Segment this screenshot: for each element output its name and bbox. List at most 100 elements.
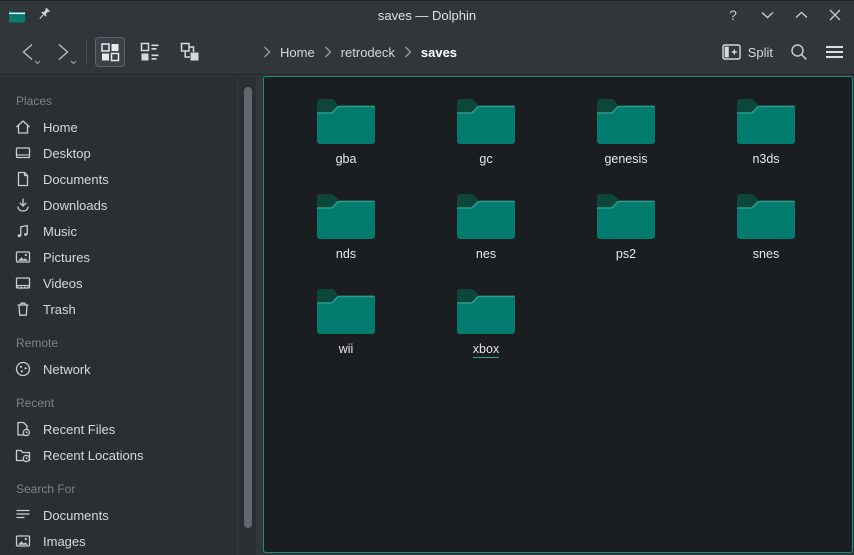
- hamburger-menu-icon[interactable]: [825, 45, 844, 59]
- sidebar-item-search-images[interactable]: Images: [14, 528, 256, 554]
- chevron-right-icon: [404, 46, 412, 58]
- folder-view: gba gc genesis n3ds nds: [263, 76, 853, 553]
- app-folder-icon: [8, 7, 26, 23]
- toolbar-separator: [86, 39, 87, 65]
- folder-label: gba: [336, 152, 357, 167]
- folder-icon: [455, 287, 517, 337]
- folder-item-ps2[interactable]: ps2: [556, 185, 696, 280]
- section-title-search-for: Search For: [16, 482, 256, 496]
- sidebar-item-label: Network: [43, 362, 91, 377]
- image-icon: [14, 532, 32, 550]
- folder-icon: [735, 97, 797, 147]
- close-icon[interactable]: [826, 6, 844, 24]
- folder-label: nds: [336, 247, 356, 262]
- sidebar-item-label: Documents: [43, 508, 109, 523]
- sidebar-item-search-documents[interactable]: Documents: [14, 502, 256, 528]
- section-title-places: Places: [16, 94, 256, 108]
- folder-item-genesis[interactable]: genesis: [556, 90, 696, 185]
- breadcrumb-saves[interactable]: saves: [421, 45, 457, 60]
- back-button[interactable]: [12, 37, 42, 67]
- sidebar-item-label: Images: [43, 534, 86, 549]
- sidebar-item-music[interactable]: Music: [14, 218, 256, 244]
- music-note-icon: [14, 222, 32, 240]
- sidebar-item-label: Music: [43, 224, 77, 239]
- download-icon: [14, 196, 32, 214]
- folder-label: xbox: [473, 342, 499, 358]
- folder-item-snes[interactable]: snes: [696, 185, 836, 280]
- sidebar-item-label: Documents: [43, 172, 109, 187]
- folder-icon: [455, 192, 517, 242]
- section-title-recent: Recent: [16, 396, 256, 410]
- sidebar-item-trash[interactable]: Trash: [14, 296, 256, 322]
- trash-icon: [14, 300, 32, 318]
- desktop-icon: [14, 144, 32, 162]
- forward-button[interactable]: [48, 37, 78, 67]
- folder-item-nds[interactable]: nds: [276, 185, 416, 280]
- recent-locations-icon: [14, 446, 32, 464]
- folder-item-xbox[interactable]: xbox: [416, 280, 556, 375]
- sidebar-item-desktop[interactable]: Desktop: [14, 140, 256, 166]
- titlebar: saves — Dolphin ?: [0, 1, 854, 29]
- pin-icon[interactable]: [36, 7, 52, 23]
- folder-item-wii[interactable]: wii: [276, 280, 416, 375]
- sidebar-item-recent-files[interactable]: Recent Files: [14, 416, 256, 442]
- sidebar-item-label: Pictures: [43, 250, 90, 265]
- help-button[interactable]: ?: [724, 6, 742, 24]
- split-button[interactable]: Split: [722, 44, 773, 60]
- folder-icon: [315, 192, 377, 242]
- folder-icon: [595, 192, 657, 242]
- details-view-button[interactable]: [135, 37, 165, 67]
- split-button-label: Split: [748, 45, 773, 60]
- sidebar-item-videos[interactable]: Videos: [14, 270, 256, 296]
- toolbar: Home retrodeck saves Split: [0, 29, 854, 75]
- folder-label: wii: [339, 342, 354, 357]
- folder-item-gba[interactable]: gba: [276, 90, 416, 185]
- sidebar-item-downloads[interactable]: Downloads: [14, 192, 256, 218]
- image-icon: [14, 248, 32, 266]
- folder-icon: [595, 97, 657, 147]
- minimize-button[interactable]: [758, 6, 776, 24]
- folder-item-gc[interactable]: gc: [416, 90, 556, 185]
- section-title-remote: Remote: [16, 336, 256, 350]
- home-icon: [14, 118, 32, 136]
- sidebar-item-label: Recent Locations: [43, 448, 143, 463]
- document-lines-icon: [14, 506, 32, 524]
- sidebar-scrollbar[interactable]: [244, 87, 252, 528]
- chevron-right-icon: [324, 46, 332, 58]
- search-icon[interactable]: [790, 43, 808, 61]
- dolphin-window: saves — Dolphin ?: [0, 0, 854, 555]
- recent-files-icon: [14, 420, 32, 438]
- folder-label: gc: [479, 152, 492, 167]
- breadcrumb-retrodeck[interactable]: retrodeck: [341, 45, 395, 60]
- document-icon: [14, 170, 32, 188]
- split-view-icon: [722, 44, 741, 60]
- folder-label: snes: [753, 247, 779, 262]
- sidebar-item-documents[interactable]: Documents: [14, 166, 256, 192]
- folder-icon: [735, 192, 797, 242]
- folder-label: ps2: [616, 247, 636, 262]
- content-area: Places Home Desktop Documents Downloads …: [0, 76, 854, 555]
- folder-item-n3ds[interactable]: n3ds: [696, 90, 836, 185]
- sidebar-item-home[interactable]: Home: [14, 114, 256, 140]
- icons-view-button[interactable]: [95, 37, 125, 67]
- sidebar-item-label: Videos: [43, 276, 83, 291]
- sidebar-item-label: Recent Files: [43, 422, 115, 437]
- film-icon: [14, 274, 32, 292]
- sidebar-item-label: Trash: [43, 302, 76, 317]
- folder-label: nes: [476, 247, 496, 262]
- sidebar-item-pictures[interactable]: Pictures: [14, 244, 256, 270]
- folder-icon: [315, 97, 377, 147]
- places-panel: Places Home Desktop Documents Downloads …: [0, 76, 256, 555]
- sidebar-item-network[interactable]: Network: [14, 356, 256, 382]
- sidebar-item-label: Downloads: [43, 198, 107, 213]
- breadcrumb-home[interactable]: Home: [280, 45, 315, 60]
- chevron-right-icon: [263, 46, 271, 58]
- network-icon: [14, 360, 32, 378]
- folder-item-nes[interactable]: nes: [416, 185, 556, 280]
- maximize-button[interactable]: [792, 6, 810, 24]
- sidebar-item-label: Home: [43, 120, 78, 135]
- sidebar-item-recent-locations[interactable]: Recent Locations: [14, 442, 256, 468]
- breadcrumb: Home retrodeck saves: [263, 29, 457, 75]
- folder-icon: [455, 97, 517, 147]
- tree-view-button[interactable]: [175, 37, 205, 67]
